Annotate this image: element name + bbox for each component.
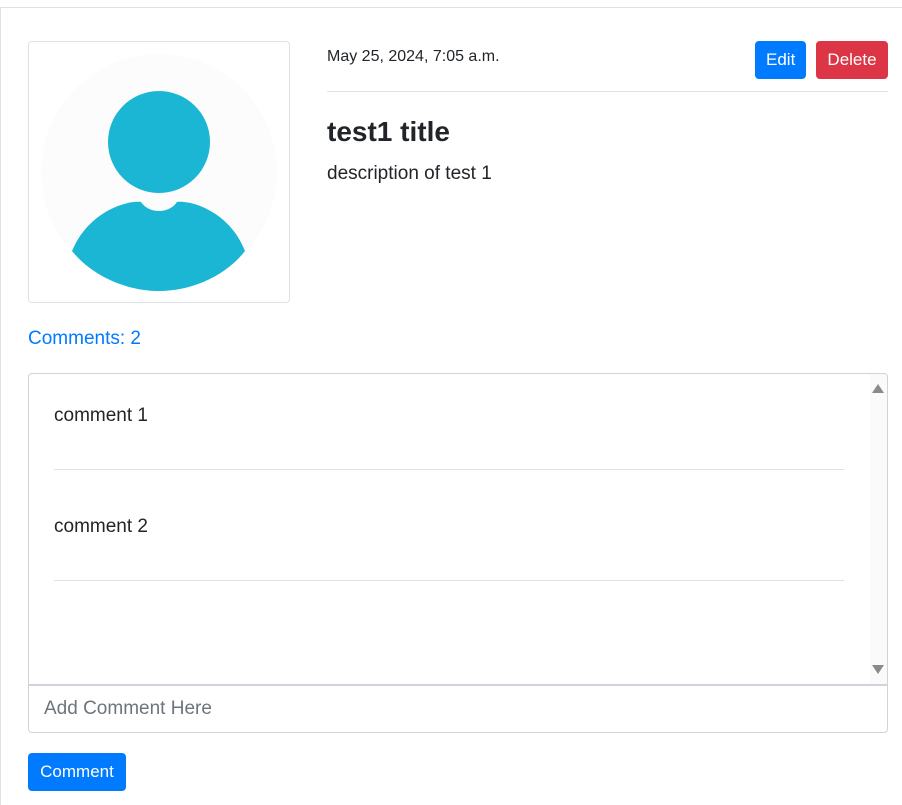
- post-card: May 25, 2024, 7:05 a.m. Edit Delete test…: [0, 7, 902, 805]
- avatar: [28, 41, 290, 303]
- comment-text: comment 2: [54, 516, 148, 537]
- post-meta-row: May 25, 2024, 7:05 a.m. Edit Delete: [327, 41, 888, 92]
- scroll-down-icon[interactable]: [872, 665, 884, 674]
- post-title: test1 title: [327, 116, 450, 147]
- comments-scrollbar[interactable]: [870, 374, 887, 684]
- comment-text: comment 1: [54, 405, 148, 426]
- comments-list[interactable]: comment 1 comment 2: [28, 373, 888, 685]
- scroll-up-icon[interactable]: [872, 384, 884, 393]
- post-description: description of test 1: [327, 163, 492, 184]
- delete-button[interactable]: Delete: [816, 41, 888, 79]
- comment-input[interactable]: [28, 685, 888, 733]
- comments-count-link[interactable]: Comments: 2: [28, 327, 141, 351]
- comment-submit-button[interactable]: Comment: [28, 753, 126, 791]
- list-item: comment 1: [54, 374, 844, 470]
- user-silhouette-icon: [41, 54, 277, 291]
- edit-button[interactable]: Edit: [755, 41, 806, 79]
- post-date: May 25, 2024, 7:05 a.m.: [327, 48, 500, 65]
- list-item: comment 2: [54, 485, 844, 581]
